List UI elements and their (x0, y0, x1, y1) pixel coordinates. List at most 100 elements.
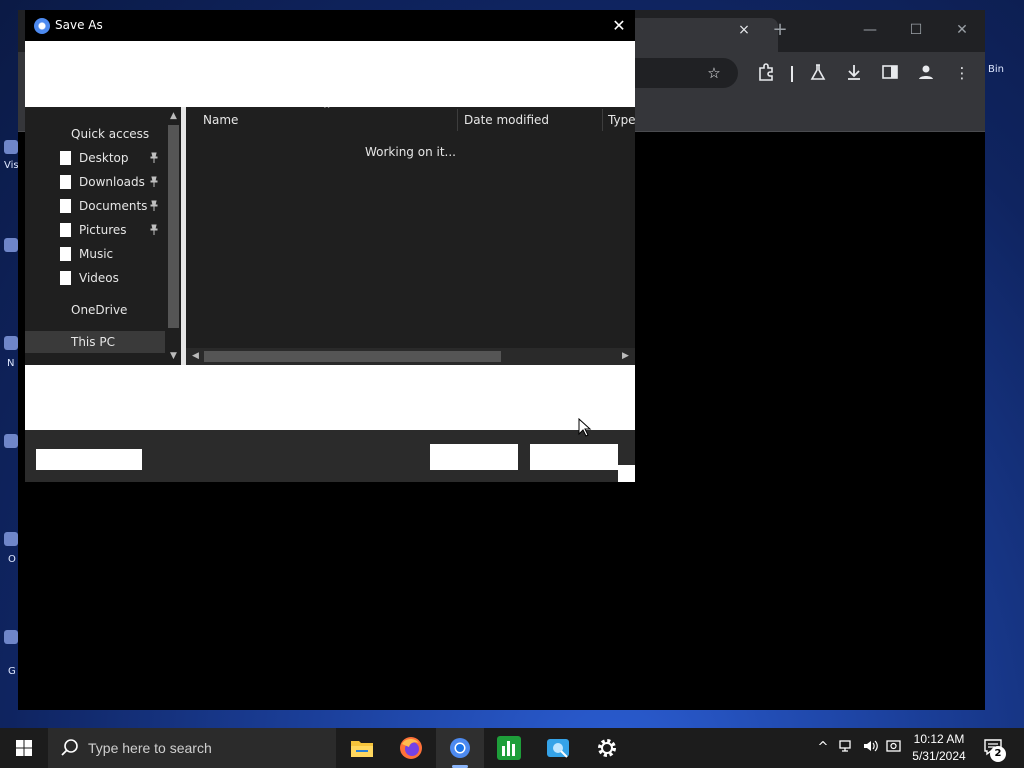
toolbar-separator (791, 66, 793, 82)
desktop-shortcut-label: N (7, 358, 15, 369)
chart-app-icon (497, 736, 521, 760)
nav-item-label: OneDrive (71, 303, 128, 317)
nav-item-documents[interactable]: Documents (25, 195, 165, 217)
folder-icon (60, 223, 71, 237)
clock-time: 10:12 AM (913, 732, 965, 746)
browser-tab[interactable] (628, 18, 778, 52)
address-toolbar-area[interactable] (25, 41, 635, 107)
desktop-shortcut-label: O (8, 554, 16, 565)
scroll-right-icon[interactable]: ▶ (618, 348, 633, 365)
folder-icon (60, 271, 71, 285)
nav-item-quick-access[interactable]: Quick access (25, 123, 165, 145)
nav-item-label: Videos (79, 271, 119, 285)
minimize-icon[interactable]: — (858, 20, 882, 40)
nav-item-label: Downloads (79, 175, 145, 189)
nav-item-onedrive[interactable]: OneDrive (25, 299, 165, 321)
desktop-shortcut-label: G (8, 666, 16, 677)
save-button[interactable] (430, 444, 518, 470)
resize-grip[interactable] (618, 465, 635, 482)
nav-item-label: Desktop (79, 151, 129, 165)
desktop-shortcut-icon[interactable] (4, 140, 18, 154)
nav-item-label: Pictures (79, 223, 127, 237)
chrome-icon (450, 738, 470, 758)
window-close-icon[interactable]: ✕ (950, 20, 974, 40)
extensions-icon[interactable] (756, 63, 776, 83)
column-divider[interactable] (457, 109, 458, 131)
nav-item-music[interactable]: Music (25, 243, 165, 265)
loading-status: Working on it... (364, 145, 456, 159)
profile-icon[interactable] (916, 63, 936, 83)
menu-icon[interactable]: ⋮ (952, 63, 972, 83)
folder-icon (60, 199, 71, 213)
taskbar-settings[interactable] (583, 728, 631, 768)
desktop-shortcut-icon[interactable] (4, 434, 18, 448)
cancel-button[interactable] (530, 444, 618, 470)
nav-item-label: This PC (71, 335, 115, 349)
recycle-bin-label: Bin (988, 64, 1004, 75)
column-header-type[interactable]: Type (608, 107, 635, 133)
folder-icon (60, 247, 71, 261)
new-tab-icon[interactable]: + (770, 20, 790, 40)
filename-fields-area[interactable] (25, 365, 635, 430)
notification-count-badge: 2 (990, 746, 1006, 762)
desktop-shortcut-icon[interactable] (4, 336, 18, 350)
taskbar-photos[interactable] (534, 728, 582, 768)
save-as-dialog: Save As ✕ Quick access Desktop Downloads… (25, 10, 635, 482)
scroll-left-icon[interactable]: ◀ (188, 348, 203, 365)
desktop-shortcut-icon[interactable] (4, 532, 18, 546)
windows-logo-icon (16, 740, 32, 756)
desktop-shortcut-icon[interactable] (4, 630, 18, 644)
folder-icon (60, 175, 71, 189)
dialog-title: Save As (55, 18, 103, 32)
labs-icon[interactable] (808, 63, 828, 83)
taskbar-task-manager[interactable] (485, 728, 533, 768)
volume-icon[interactable] (861, 738, 879, 758)
side-panel-icon[interactable] (880, 63, 900, 83)
search-placeholder: Type here to search (88, 740, 212, 756)
maximize-icon[interactable]: ☐ (904, 20, 928, 40)
taskbar-chrome[interactable] (436, 728, 484, 768)
nav-item-pictures[interactable]: Pictures (25, 219, 165, 241)
display-icon[interactable] (885, 738, 903, 758)
folder-icon (60, 151, 71, 165)
search-icon (61, 739, 78, 756)
taskbar: Type here to search ^ 10:12 AM 5/31/2024… (0, 728, 1024, 768)
photos-icon (547, 739, 569, 758)
hide-folders-button[interactable] (36, 449, 142, 470)
tab-close-icon[interactable]: × (736, 22, 752, 38)
navigation-pane: Quick access Desktop Downloads Documents (25, 107, 181, 365)
file-list: ^ Name Date modified Type Working on it.… (186, 107, 635, 365)
horizontal-scrollbar-thumb[interactable] (204, 351, 501, 362)
desktop-shortcut-label: Vis (4, 160, 19, 171)
column-header-name[interactable]: Name (203, 107, 453, 133)
nav-scrollbar-thumb[interactable] (168, 125, 179, 328)
nav-item-videos[interactable]: Videos (25, 267, 165, 289)
taskbar-firefox[interactable] (387, 728, 435, 768)
nav-item-label: Documents (79, 199, 148, 213)
gear-icon (598, 739, 616, 757)
nav-item-desktop[interactable]: Desktop (25, 147, 165, 169)
file-explorer-icon (351, 741, 373, 757)
firefox-icon (400, 737, 422, 759)
dialog-titlebar[interactable]: Save As ✕ (25, 10, 635, 41)
scroll-up-icon[interactable]: ▲ (166, 109, 181, 123)
chevron-up-icon[interactable]: ^ (814, 738, 832, 758)
desktop-shortcut-icon[interactable] (4, 238, 18, 252)
taskbar-search-box[interactable]: Type here to search (48, 728, 336, 768)
scroll-down-icon[interactable]: ▼ (166, 349, 181, 363)
chrome-icon (34, 18, 50, 34)
star-icon[interactable]: ☆ (704, 63, 724, 83)
download-icon[interactable] (844, 63, 864, 83)
column-divider[interactable] (602, 109, 603, 131)
start-button[interactable] (0, 728, 48, 768)
nav-item-this-pc[interactable]: This PC (25, 331, 165, 353)
mouse-cursor-icon (578, 418, 592, 437)
column-header-date-modified[interactable]: Date modified (464, 107, 599, 133)
system-clock[interactable]: 10:12 AM 5/31/2024 (906, 731, 972, 765)
network-icon[interactable] (837, 738, 855, 758)
nav-item-downloads[interactable]: Downloads (25, 171, 165, 193)
nav-item-label: Music (79, 247, 114, 261)
taskbar-file-explorer[interactable] (338, 728, 386, 768)
clock-date: 5/31/2024 (912, 749, 966, 763)
close-icon[interactable]: ✕ (607, 15, 631, 37)
